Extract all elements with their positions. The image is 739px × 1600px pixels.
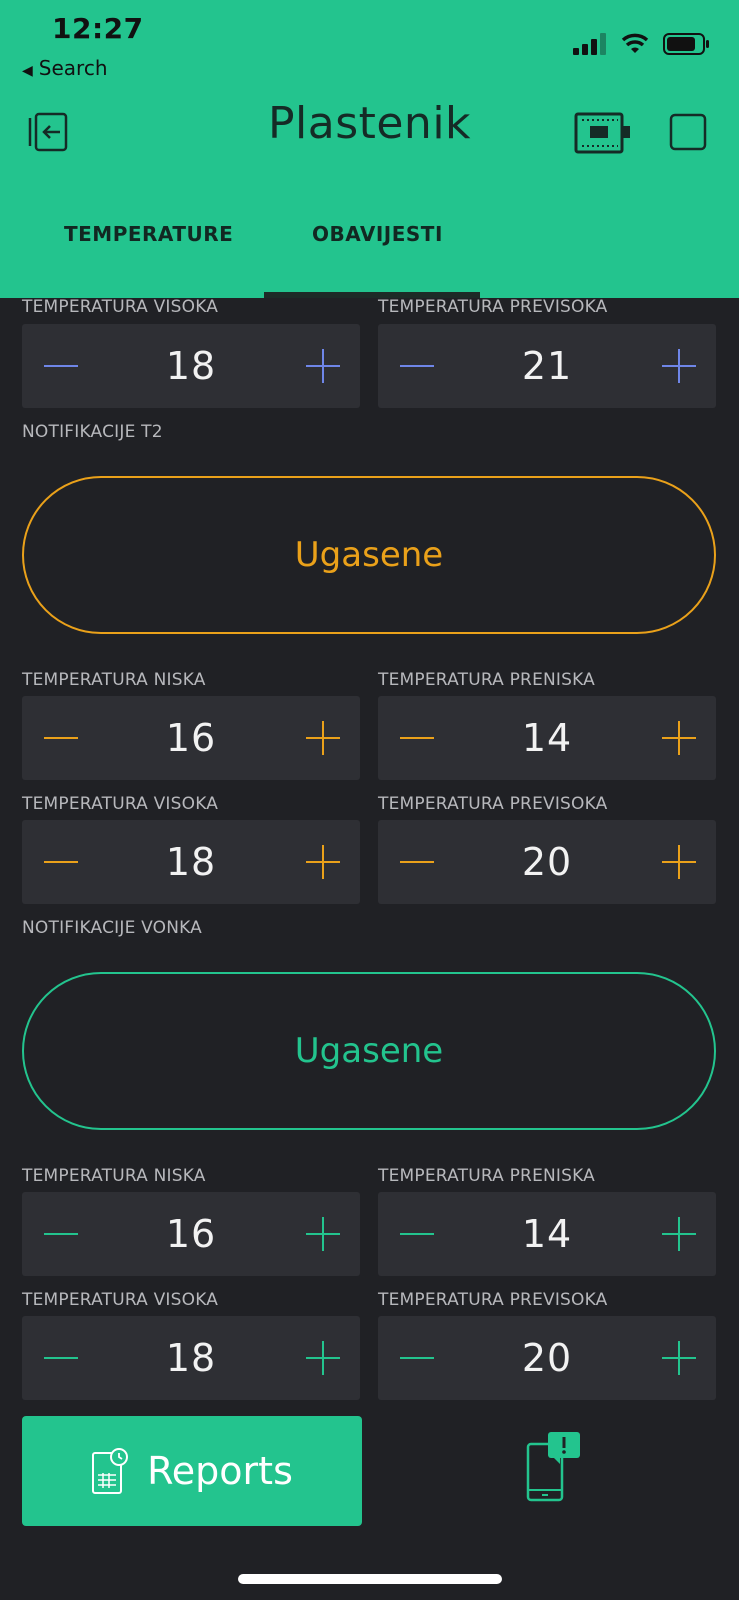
- stepper-value: 20: [521, 1336, 573, 1380]
- notifications-button[interactable]: [522, 1432, 582, 1508]
- stepper-value: 21: [521, 344, 573, 388]
- decrement-button[interactable]: [22, 324, 98, 408]
- stepper-temp-niska: 16: [22, 1192, 360, 1276]
- label-temp-niska: TEMPERATURA NISKA: [22, 1166, 206, 1186]
- label-temp-preniska: TEMPERATURA PRENISKA: [378, 1166, 596, 1186]
- device-board-icon: [574, 112, 630, 154]
- home-indicator: [238, 1574, 502, 1584]
- increment-button[interactable]: [640, 1192, 716, 1276]
- decrement-button[interactable]: [378, 820, 454, 904]
- stepper-temp-preniska: 14: [378, 696, 716, 780]
- label-notifikacije-t2: NOTIFIKACIJE T2: [22, 422, 163, 442]
- decrement-button[interactable]: [22, 1316, 98, 1400]
- label-temp-niska: TEMPERATURA NISKA: [22, 670, 206, 690]
- signal-icon: [573, 33, 606, 55]
- stepper-temp-visoka: 18: [22, 820, 360, 904]
- label-temp-visoka: TEMPERATURA VISOKA: [22, 1290, 219, 1310]
- app-header: 12:27 ◀ Search Plastenik TEMPERATURE OBA…: [0, 0, 739, 298]
- stepper-value: 18: [165, 1336, 217, 1380]
- stop-button[interactable]: [668, 112, 708, 152]
- stepper-value: 16: [165, 716, 217, 760]
- label-notifikacije-vonka: NOTIFIKACIJE VONKA: [22, 918, 203, 938]
- back-label: Search: [38, 56, 108, 80]
- stepper-value: 16: [165, 1212, 217, 1256]
- reports-button[interactable]: Reports: [22, 1416, 362, 1526]
- reports-icon: [92, 1448, 129, 1494]
- stepper-temp-previsoka: 21: [378, 324, 716, 408]
- label-temp-visoka: TEMPERATURA VISOKA: [22, 297, 219, 317]
- decrement-button[interactable]: [378, 696, 454, 780]
- label-temp-visoka: TEMPERATURA VISOKA: [22, 794, 219, 814]
- decrement-button[interactable]: [22, 1192, 98, 1276]
- app-screen: 12:27 ◀ Search Plastenik TEMPERATURE OBA…: [0, 0, 739, 1600]
- stepper-value: 18: [165, 840, 217, 884]
- stepper-temp-previsoka: 20: [378, 820, 716, 904]
- reports-label: Reports: [147, 1449, 293, 1493]
- device-button[interactable]: [574, 112, 632, 154]
- status-icons: [573, 32, 711, 56]
- increment-button[interactable]: [640, 820, 716, 904]
- increment-button[interactable]: [284, 1316, 360, 1400]
- decrement-button[interactable]: [378, 1192, 454, 1276]
- toggle-notifikacije-t2[interactable]: Ugasene: [22, 476, 716, 634]
- stop-square-icon: [669, 113, 707, 151]
- stepper-value: 18: [165, 344, 217, 388]
- decrement-button[interactable]: [378, 1316, 454, 1400]
- back-to-search[interactable]: ◀ Search: [22, 56, 108, 80]
- stepper-temp-preniska: 14: [378, 1192, 716, 1276]
- decrement-button[interactable]: [22, 696, 98, 780]
- stepper-temp-previsoka: 20: [378, 1316, 716, 1400]
- tab-obavijesti[interactable]: OBAVIJESTI: [312, 222, 443, 246]
- stepper-value: 20: [521, 840, 573, 884]
- label-temp-previsoka: TEMPERATURA PREVISOKA: [378, 794, 608, 814]
- battery-icon: [663, 33, 709, 55]
- wifi-icon: [621, 33, 649, 53]
- increment-button[interactable]: [640, 324, 716, 408]
- back-arrow-icon: ◀: [22, 63, 33, 79]
- increment-button[interactable]: [284, 820, 360, 904]
- increment-button[interactable]: [284, 1192, 360, 1276]
- tab-temperature[interactable]: TEMPERATURE: [64, 222, 233, 246]
- label-temp-previsoka: TEMPERATURA PREVISOKA: [378, 1290, 608, 1310]
- increment-button[interactable]: [284, 324, 360, 408]
- increment-button[interactable]: [640, 1316, 716, 1400]
- decrement-button[interactable]: [22, 820, 98, 904]
- label-temp-preniska: TEMPERATURA PRENISKA: [378, 670, 596, 690]
- stepper-temp-visoka: 18: [22, 1316, 360, 1400]
- increment-button[interactable]: [284, 696, 360, 780]
- stepper-temp-niska: 16: [22, 696, 360, 780]
- stepper-value: 14: [521, 1212, 573, 1256]
- label-temp-previsoka: TEMPERATURA PREVISOKA: [378, 297, 608, 317]
- increment-button[interactable]: [640, 696, 716, 780]
- phone-notification-icon: [526, 1432, 580, 1502]
- decrement-button[interactable]: [378, 324, 454, 408]
- toggle-notifikacije-vonka[interactable]: Ugasene: [22, 972, 716, 1130]
- stepper-value: 14: [521, 716, 573, 760]
- stepper-temp-visoka: 18: [22, 324, 360, 408]
- status-time: 12:27: [52, 12, 144, 45]
